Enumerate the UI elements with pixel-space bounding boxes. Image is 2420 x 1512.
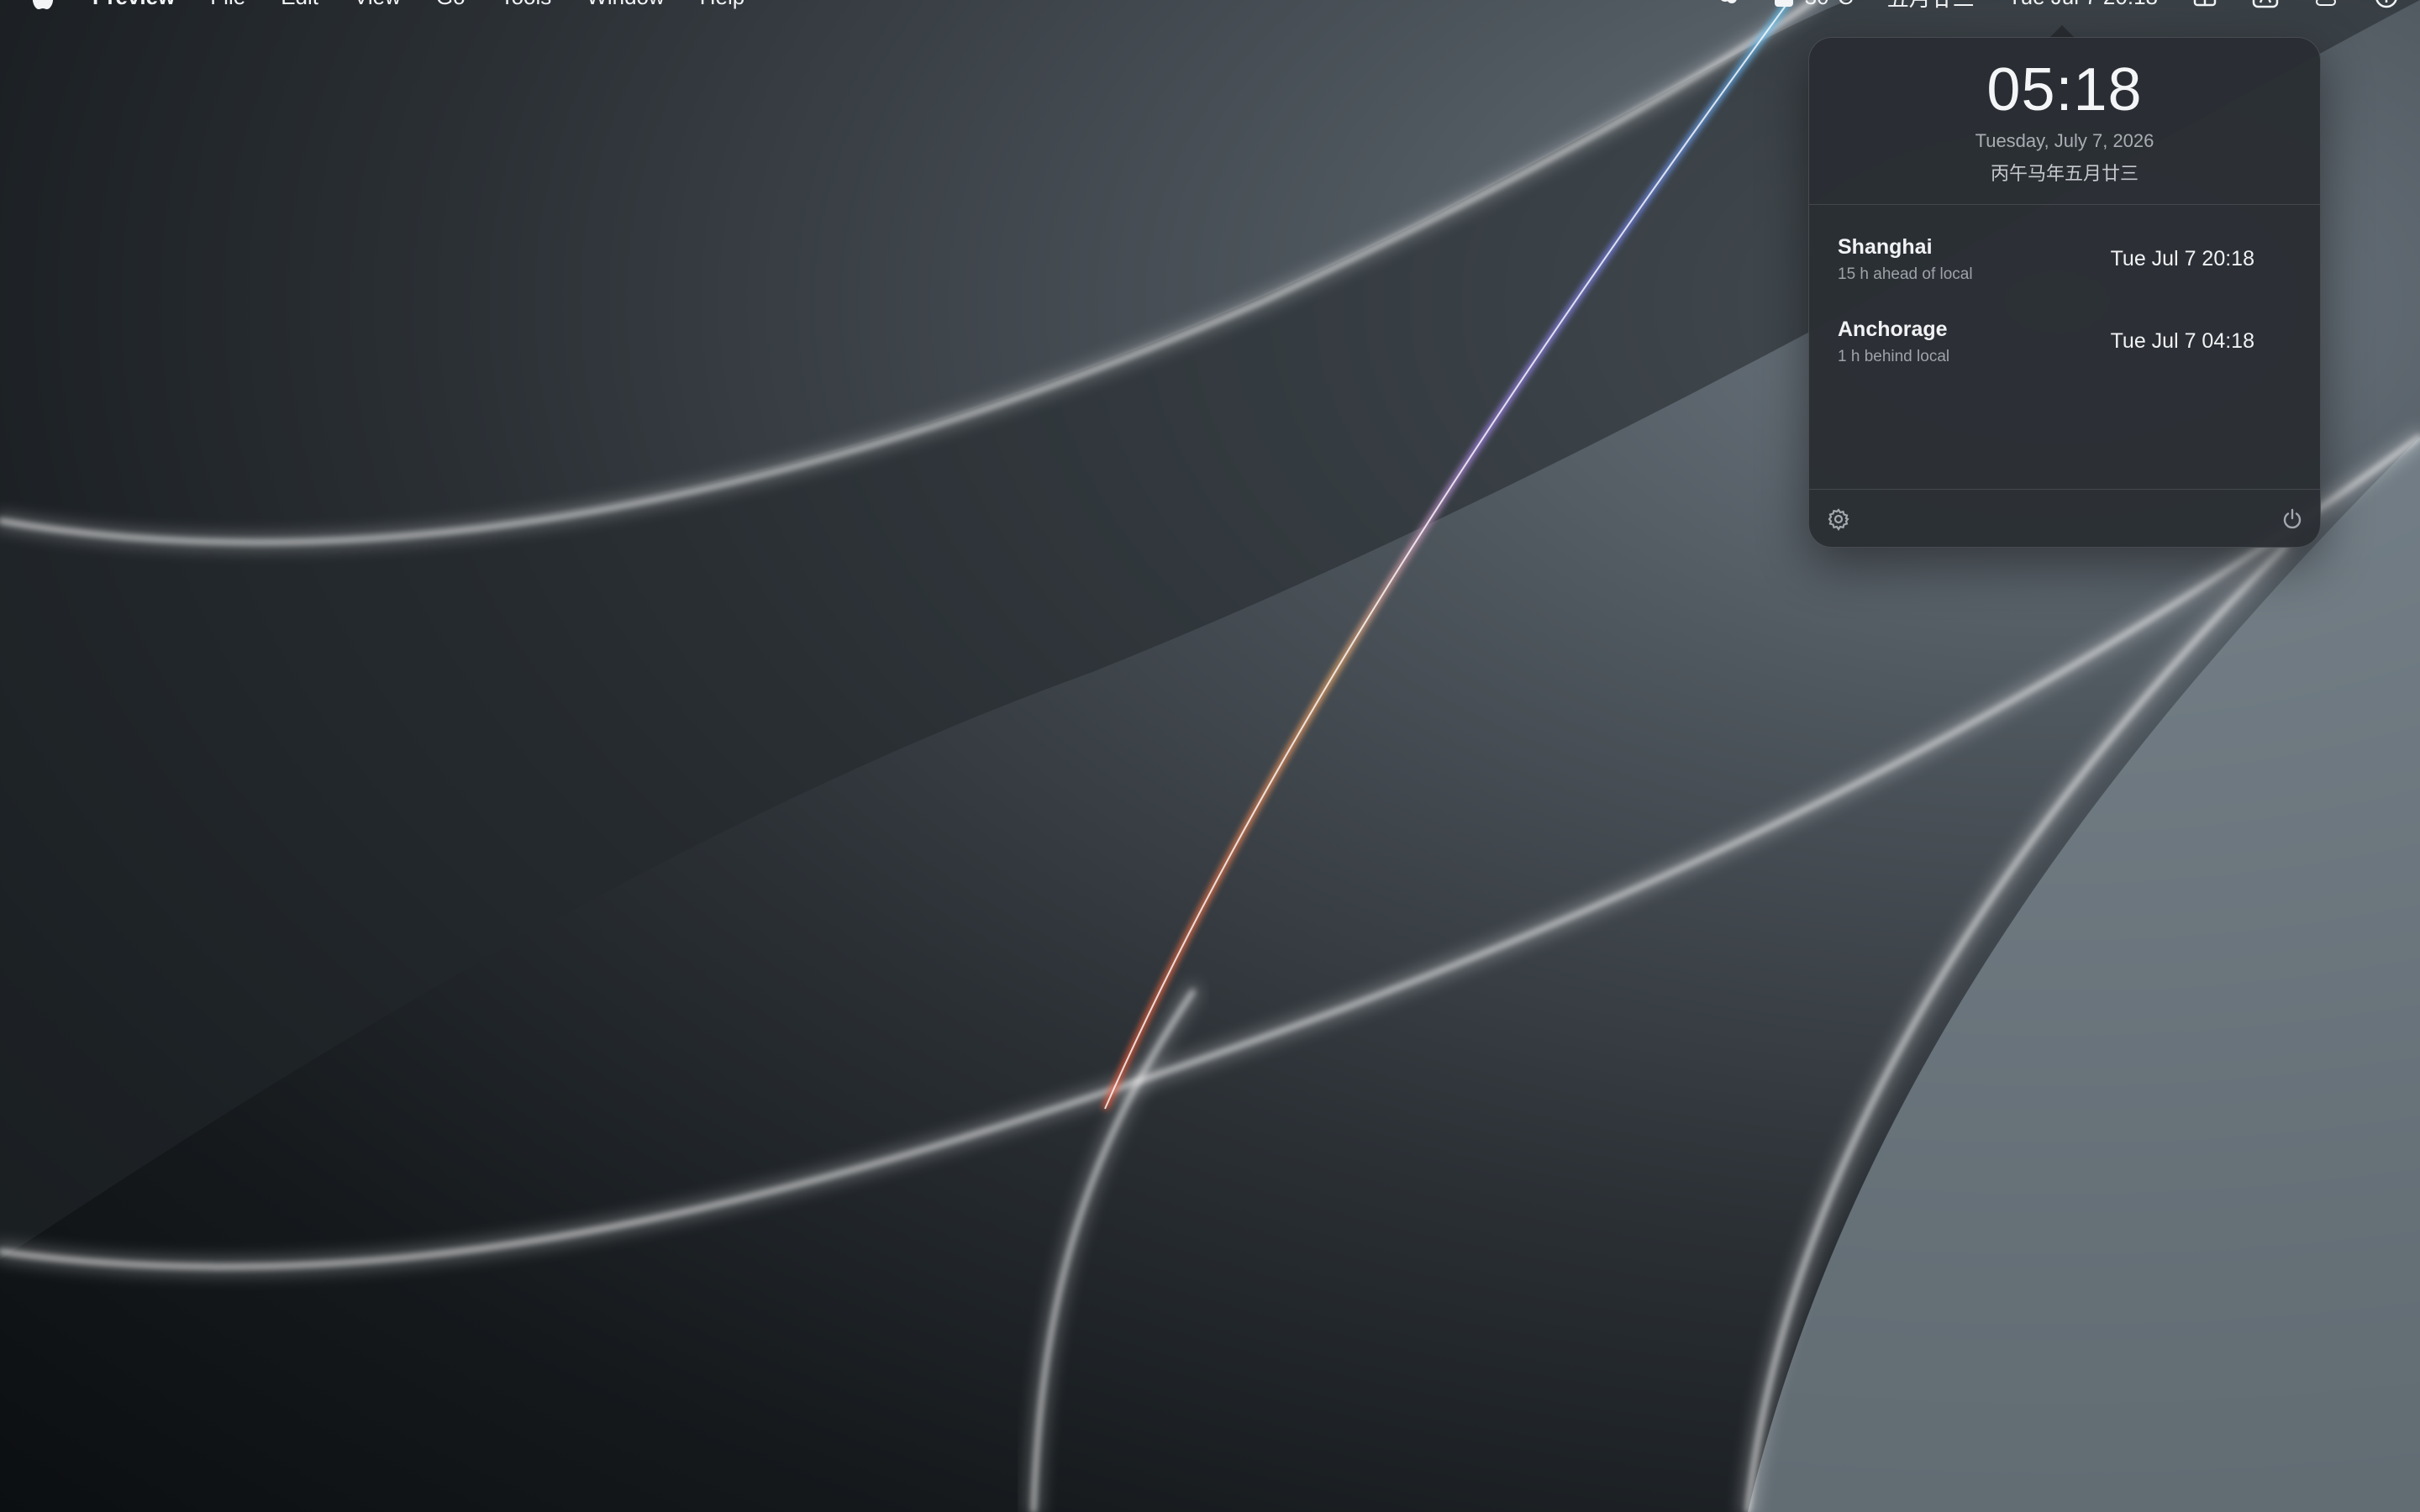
menu-bar: Preview File Edit View Go Tools Window H… bbox=[0, 0, 2420, 12]
menu-window[interactable]: Window bbox=[587, 0, 664, 10]
menu-view[interactable]: View bbox=[354, 0, 401, 10]
zone-offset: 1 h behind local bbox=[1838, 348, 1950, 365]
timezone-list: Shanghai 15 h ahead of local Tue Jul 7 2… bbox=[1809, 205, 2320, 395]
popover-footer bbox=[1809, 489, 2320, 547]
zone-city: Shanghai bbox=[1838, 235, 1933, 259]
lunar-date-status[interactable]: 五月廿三 bbox=[1887, 0, 1975, 12]
zone-time: Tue Jul 7 20:18 bbox=[2110, 247, 2254, 270]
calendar-status[interactable]: 30°C bbox=[1774, 0, 1854, 10]
timezone-row-shanghai[interactable]: Shanghai 15 h ahead of local Tue Jul 7 2… bbox=[1809, 230, 2320, 312]
menu-go[interactable]: Go bbox=[436, 0, 466, 10]
timezone-row-anchorage[interactable]: Anchorage 1 h behind local Tue Jul 7 04:… bbox=[1809, 312, 2320, 395]
settings-button[interactable] bbox=[1826, 507, 1851, 532]
menu-bar-left: Preview File Edit View Go Tools Window H… bbox=[30, 0, 780, 12]
local-date: Tuesday, July 7, 2026 bbox=[1975, 130, 2154, 151]
menu-edit[interactable]: Edit bbox=[281, 0, 318, 10]
menu-clock[interactable]: Tue Jul 7 20:18 bbox=[2008, 0, 2158, 10]
world-clock-popover: 05:18 Tuesday, July 7, 2026 丙午马年五月廿三 Sha… bbox=[1808, 37, 2321, 548]
quit-button[interactable] bbox=[2280, 507, 2305, 532]
weather-icon[interactable] bbox=[1714, 0, 1741, 10]
calendar-icon bbox=[1774, 0, 1793, 7]
input-method-icon[interactable] bbox=[2252, 0, 2279, 10]
info-icon[interactable] bbox=[2373, 0, 2400, 10]
window-tile-icon[interactable] bbox=[2191, 0, 2218, 10]
zone-city: Anchorage bbox=[1838, 318, 1948, 341]
control-center-icon[interactable] bbox=[2312, 0, 2339, 10]
apple-icon[interactable] bbox=[30, 0, 55, 9]
zone-time: Tue Jul 7 04:18 bbox=[2110, 329, 2254, 353]
lunar-date: 丙午马年五月廿三 bbox=[1990, 163, 2139, 184]
power-icon bbox=[2283, 508, 2302, 529]
temperature-text: 30°C bbox=[1805, 0, 1854, 10]
menu-tools[interactable]: Tools bbox=[501, 0, 552, 10]
menu-bar-right: 30°C 五月廿三 Tue Jul 7 20:18 bbox=[1681, 0, 2400, 12]
menu-help[interactable]: Help bbox=[700, 0, 744, 10]
menu-app-name[interactable]: Preview bbox=[92, 0, 175, 10]
zone-offset: 15 h ahead of local bbox=[1838, 265, 1973, 283]
menu-file[interactable]: File bbox=[210, 0, 245, 10]
local-time: 05:18 bbox=[1986, 56, 2143, 123]
local-clock-section: 05:18 Tuesday, July 7, 2026 丙午马年五月廿三 bbox=[1809, 38, 2320, 205]
gear-icon bbox=[1828, 508, 1849, 531]
